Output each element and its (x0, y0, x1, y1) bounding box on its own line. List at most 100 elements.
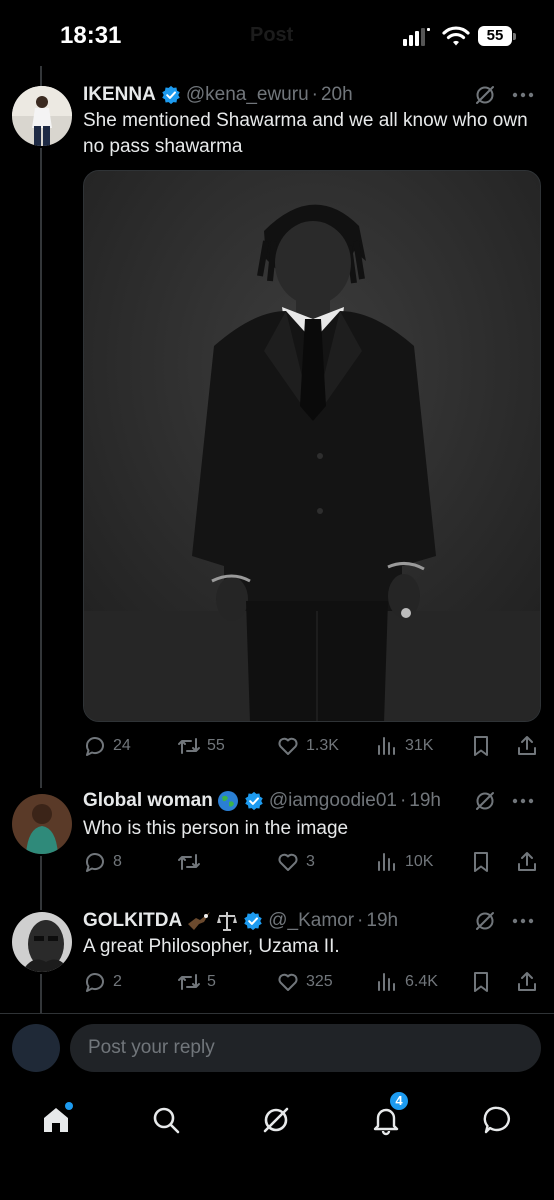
bookmark-icon (474, 972, 488, 992)
repost-count: 5 (207, 973, 216, 990)
reply-icon (85, 973, 104, 992)
bookmark-button[interactable] (469, 848, 499, 876)
views-button[interactable]: 10K (375, 848, 433, 876)
nav-grok[interactable] (256, 1100, 296, 1140)
like-button[interactable]: 1.3K (276, 732, 339, 760)
tweet-text: Who is this person in the image (83, 818, 349, 839)
grok-nav-icon (263, 1107, 289, 1133)
tweet-ikenna[interactable]: IKENNA @kena_ewuru · 20h She mentioned S… (0, 0, 554, 790)
like-button[interactable]: 325 (276, 968, 333, 996)
verified-icon (162, 85, 180, 105)
search-icon (153, 1107, 180, 1134)
tweet-actions: 24 55 1.3K 31K (83, 732, 543, 760)
like-count: 1.3K (306, 737, 339, 754)
repost-icon (178, 854, 200, 870)
timestamp[interactable]: 19h (409, 790, 441, 812)
bookmark-icon (474, 736, 488, 756)
like-count: 3 (306, 853, 315, 870)
share-icon (518, 972, 536, 991)
share-button[interactable] (515, 848, 545, 876)
reply-icon (85, 853, 104, 872)
grok-icon[interactable] (474, 84, 496, 106)
nav-messages[interactable] (478, 1100, 518, 1140)
views-count: 6.4K (405, 973, 438, 990)
repost-button[interactable]: 55 (177, 732, 225, 760)
separator-dot: · (357, 910, 364, 931)
like-icon (278, 853, 298, 871)
views-button[interactable]: 6.4K (375, 968, 438, 996)
avatar[interactable] (12, 86, 72, 146)
avatar[interactable] (12, 912, 72, 972)
reply-button[interactable]: 8 (83, 848, 122, 876)
globe-emoji-icon (217, 790, 239, 812)
scales-emoji-icon (216, 910, 238, 932)
repost-button[interactable]: 5 (177, 968, 216, 996)
reply-composer (0, 1014, 554, 1084)
handle[interactable]: @iamgoodie01 (269, 790, 397, 812)
repost-count: 55 (207, 737, 225, 754)
nav-home[interactable] (36, 1100, 76, 1140)
reply-input[interactable] (70, 1024, 541, 1072)
more-icon[interactable] (512, 798, 534, 804)
repost-icon (178, 738, 200, 754)
views-count: 10K (405, 853, 434, 870)
grok-icon[interactable] (474, 790, 496, 812)
tweet-text: A great Philosopher, Uzama II. (83, 936, 340, 957)
views-count: 31K (405, 737, 434, 754)
share-icon (518, 736, 536, 755)
tweet-actions: 2 5 325 6.4K (83, 968, 543, 996)
tweet-header: IKENNA @kena_ewuru · 20h (83, 82, 534, 108)
reply-count: 8 (113, 853, 122, 870)
notifications-badge: 4 (388, 1090, 410, 1112)
more-icon[interactable] (512, 92, 534, 98)
tweet-header: GOLKITDA @_Kamor · 19h (83, 908, 534, 934)
user-avatar[interactable] (12, 1024, 60, 1072)
reply-count: 2 (113, 973, 122, 990)
views-icon (378, 853, 395, 871)
handle[interactable]: @_Kamor (268, 910, 354, 932)
display-name[interactable]: GOLKITDA (83, 910, 182, 932)
tweet-text: She mentioned Shawarma and we all know w… (83, 110, 528, 157)
home-indicator-dot (65, 1102, 73, 1110)
display-name[interactable]: Global woman (83, 790, 213, 812)
nav-search[interactable] (146, 1100, 186, 1140)
reply-icon (85, 737, 104, 756)
verified-icon (244, 911, 262, 931)
eagle-emoji-icon (186, 910, 212, 932)
share-button[interactable] (515, 732, 545, 760)
reply-count: 24 (113, 737, 131, 754)
tweet-global-woman[interactable]: Global woman @iamgoodie01 · 19h Who is t… (0, 790, 554, 898)
tweet-header: Global woman @iamgoodie01 · 19h (83, 788, 534, 814)
handle[interactable]: @kena_ewuru (186, 84, 309, 106)
like-button[interactable]: 3 (276, 848, 315, 876)
display-name[interactable]: IKENNA (83, 84, 156, 106)
repost-icon (178, 974, 200, 990)
like-icon (278, 973, 298, 991)
share-icon (518, 852, 536, 871)
tweet-image[interactable] (83, 170, 541, 722)
share-button[interactable] (515, 968, 545, 996)
bottom-nav: 4 (0, 1084, 554, 1200)
repost-button[interactable] (177, 848, 207, 876)
bookmark-button[interactable] (469, 968, 499, 996)
more-icon[interactable] (512, 918, 534, 924)
nav-notifications[interactable]: 4 (366, 1090, 410, 1140)
timestamp[interactable]: 19h (366, 910, 398, 932)
bookmark-button[interactable] (469, 732, 499, 760)
timestamp[interactable]: 20h (321, 84, 353, 106)
avatar[interactable] (12, 794, 72, 854)
tweet-actions: 8 3 10K (83, 848, 543, 876)
like-count: 325 (306, 973, 333, 990)
bookmark-icon (474, 852, 488, 872)
views-button[interactable]: 31K (375, 732, 433, 760)
reply-button[interactable]: 2 (83, 968, 122, 996)
views-icon (378, 973, 395, 991)
views-icon (378, 737, 395, 755)
separator-dot: · (311, 84, 318, 105)
tweet-golkitda[interactable]: GOLKITDA @_Kamor · 19h A great Philosoph… (0, 906, 554, 1012)
like-icon (278, 737, 298, 755)
reply-button[interactable]: 24 (83, 732, 131, 760)
verified-icon (245, 791, 263, 811)
grok-icon[interactable] (474, 910, 496, 932)
messages-icon (483, 1106, 510, 1134)
